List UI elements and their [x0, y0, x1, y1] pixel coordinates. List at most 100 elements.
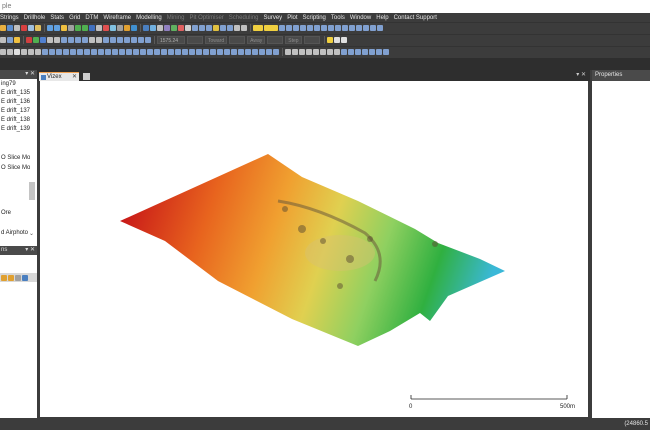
- tool-icon[interactable]: [91, 49, 97, 55]
- tool-icon[interactable]: [224, 49, 230, 55]
- zoom-out-icon[interactable]: [82, 25, 88, 31]
- tool-icon[interactable]: [231, 49, 237, 55]
- away-value[interactable]: [267, 36, 284, 44]
- tool-icon[interactable]: [145, 37, 151, 43]
- tool-icon[interactable]: [293, 25, 299, 31]
- tool-icon[interactable]: [98, 49, 104, 55]
- open-icon[interactable]: [0, 25, 6, 31]
- tool-icon[interactable]: [333, 37, 340, 43]
- menu-pit-optimiser[interactable]: Pit Optimiser: [189, 15, 223, 21]
- tool-icon[interactable]: [286, 25, 292, 31]
- tree-item[interactable]: O Slice Mo: [0, 154, 30, 163]
- tool-icon[interactable]: [42, 49, 48, 55]
- tool-icon[interactable]: [105, 49, 111, 55]
- tool-icon[interactable]: [273, 49, 279, 55]
- tool-icon[interactable]: [326, 37, 333, 43]
- tool-icon[interactable]: [138, 37, 144, 43]
- new-tab-icon[interactable]: [83, 73, 90, 80]
- tool-icon[interactable]: [328, 25, 334, 31]
- tool-icon[interactable]: [369, 49, 375, 55]
- zoom-in-icon[interactable]: [75, 25, 81, 31]
- tool-icon[interactable]: [35, 49, 41, 55]
- panel-close-icon[interactable]: ▾ ✕: [25, 246, 35, 255]
- tool-icon[interactable]: [168, 49, 174, 55]
- ruler-icon[interactable]: [264, 25, 278, 31]
- tool-icon[interactable]: [234, 25, 240, 31]
- vizex-3d-viewport[interactable]: 0 500m: [40, 81, 588, 417]
- menu-modelling[interactable]: Modelling: [136, 15, 162, 21]
- step-field[interactable]: Step: [285, 36, 302, 44]
- tool-icon[interactable]: [0, 49, 6, 55]
- scrollbar-thumb[interactable]: [29, 182, 35, 200]
- tool-icon[interactable]: [213, 25, 219, 31]
- tool-icon[interactable]: [54, 37, 60, 43]
- menu-survey[interactable]: Survey: [264, 15, 283, 21]
- tool-icon[interactable]: [320, 49, 326, 55]
- tree-item[interactable]: ing79: [0, 80, 30, 89]
- cut-icon[interactable]: [21, 25, 27, 31]
- tool-icon[interactable]: [63, 49, 69, 55]
- tool-icon[interactable]: [227, 25, 233, 31]
- tool-icon[interactable]: [68, 37, 74, 43]
- copy-icon[interactable]: [28, 25, 34, 31]
- layer-icon[interactable]: [96, 25, 102, 31]
- tool-icon[interactable]: [348, 49, 354, 55]
- tool-icon[interactable]: [245, 49, 251, 55]
- paste-icon[interactable]: [35, 25, 41, 31]
- chart-icon[interactable]: [164, 25, 170, 31]
- tool-icon[interactable]: [75, 37, 81, 43]
- menu-wireframe[interactable]: Wireframe: [103, 15, 131, 21]
- tree-item[interactable]: d Airphoto: [0, 229, 30, 238]
- tool-icon[interactable]: [7, 37, 13, 43]
- tool-icon[interactable]: [47, 37, 53, 43]
- away-field[interactable]: Away: [247, 36, 266, 44]
- tool-icon[interactable]: [342, 25, 348, 31]
- tool-icon[interactable]: [206, 25, 212, 31]
- tool-icon[interactable]: [238, 49, 244, 55]
- tool-icon[interactable]: [117, 37, 123, 43]
- tool-icon[interactable]: [313, 49, 319, 55]
- toward-field[interactable]: Toward: [205, 36, 228, 44]
- tool-icon[interactable]: [147, 49, 153, 55]
- tool-icon[interactable]: [349, 25, 355, 31]
- tool-icon[interactable]: [314, 25, 320, 31]
- menu-scheduling[interactable]: Scheduling: [229, 15, 259, 21]
- menu-contact-support[interactable]: Contact Support: [394, 15, 437, 21]
- menu-help[interactable]: Help: [376, 15, 388, 21]
- tool-icon[interactable]: [252, 49, 258, 55]
- tool-icon[interactable]: [89, 37, 95, 43]
- axis-icon[interactable]: [33, 37, 39, 43]
- menu-mining[interactable]: Mining: [167, 15, 185, 21]
- tool-icon[interactable]: [199, 25, 205, 31]
- window-icon[interactable]: [150, 25, 156, 31]
- tool-icon[interactable]: [217, 49, 223, 55]
- tool-icon[interactable]: [82, 37, 88, 43]
- tool-icon[interactable]: [15, 274, 21, 281]
- redo-icon[interactable]: [54, 25, 60, 31]
- tool-icon[interactable]: [110, 37, 116, 43]
- tool-icon[interactable]: [133, 49, 139, 55]
- elevation-input[interactable]: 1575.24: [157, 36, 185, 44]
- tool-icon[interactable]: [220, 25, 226, 31]
- tool-icon[interactable]: [182, 49, 188, 55]
- tool-icon[interactable]: [22, 274, 28, 281]
- refresh-icon[interactable]: [110, 25, 116, 31]
- tool-icon[interactable]: [154, 49, 160, 55]
- tool-icon[interactable]: [383, 49, 389, 55]
- tree-item[interactable]: E drift_139: [0, 125, 30, 134]
- menu-stats[interactable]: Stats: [50, 15, 64, 21]
- tool-icon[interactable]: [77, 49, 83, 55]
- tree-item[interactable]: Ore: [0, 209, 30, 218]
- tool-icon[interactable]: [241, 25, 247, 31]
- delete-icon[interactable]: [103, 25, 109, 31]
- tab-vizex[interactable]: Vizex ✕: [39, 72, 79, 81]
- grid-icon[interactable]: [117, 25, 123, 31]
- menu-dtm[interactable]: DTM: [85, 15, 98, 21]
- panel-close-icon[interactable]: ▾ ✕: [25, 70, 35, 79]
- tool-icon[interactable]: [161, 49, 167, 55]
- tool-icon[interactable]: [341, 49, 347, 55]
- tool-icon[interactable]: [56, 49, 62, 55]
- tool-icon[interactable]: [8, 274, 14, 281]
- tree-item[interactable]: E drift_135: [0, 89, 30, 98]
- print-icon[interactable]: [14, 25, 20, 31]
